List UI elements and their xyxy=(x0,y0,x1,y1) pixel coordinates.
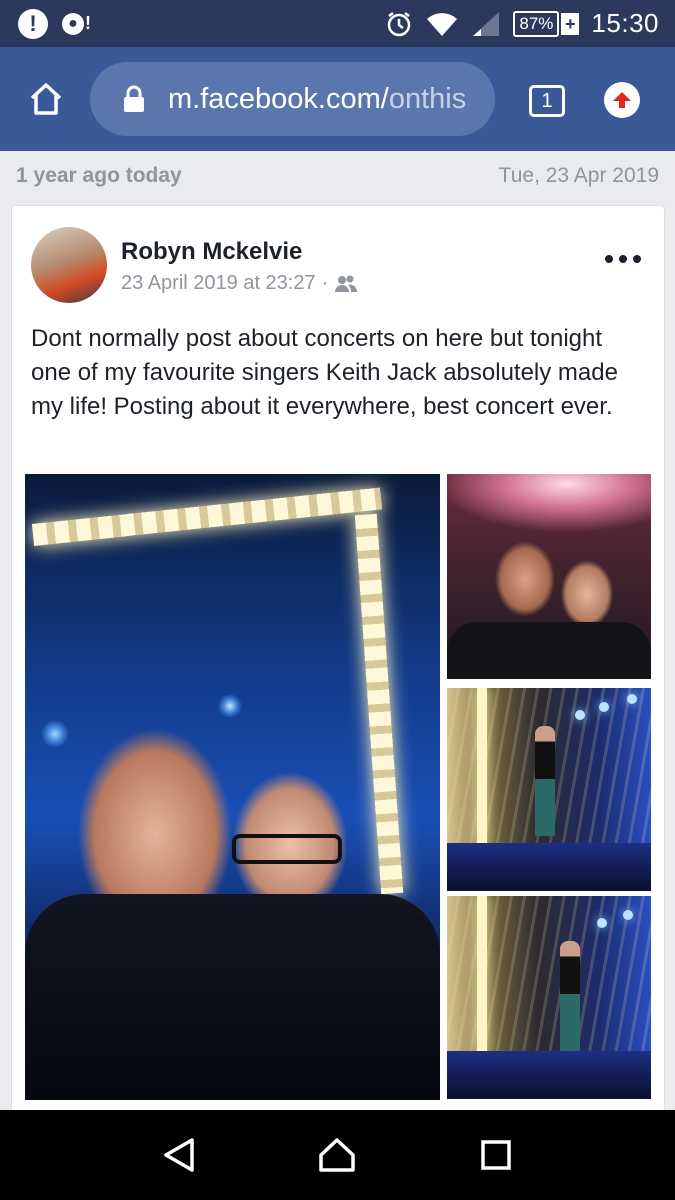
more-options-button[interactable] xyxy=(605,252,641,266)
dot xyxy=(633,255,641,263)
record-icon: ● xyxy=(62,12,84,35)
stage-light-frame xyxy=(31,487,383,546)
light-strip xyxy=(477,688,487,848)
home-icon xyxy=(30,83,62,115)
photo-shadow xyxy=(25,894,440,1100)
clock: 15:30 xyxy=(591,8,659,38)
post-card: Robyn Mckelvie 23 April 2019 at 23:27 · … xyxy=(11,205,665,1115)
glasses xyxy=(232,834,342,864)
spotlight xyxy=(623,910,633,920)
signal-icon xyxy=(473,11,500,36)
alert-icon: ! xyxy=(18,8,48,39)
charging-icon: + xyxy=(561,12,580,35)
alarm-icon xyxy=(388,11,411,36)
photo-main-selfie[interactable] xyxy=(25,474,440,1100)
wifi-icon xyxy=(427,12,458,36)
spotlight xyxy=(627,694,637,704)
memory-label: 1 year ago today xyxy=(16,164,182,187)
notification-icon: ●! xyxy=(62,12,91,35)
dot xyxy=(619,255,627,263)
memory-date: Tue, 23 Apr 2019 xyxy=(498,164,659,187)
system-nav-bar xyxy=(0,1110,675,1200)
stage-floor xyxy=(447,1051,651,1099)
avatar[interactable] xyxy=(31,227,107,303)
photo-shadow xyxy=(447,622,651,679)
post-timestamp[interactable]: 23 April 2019 at 23:27 xyxy=(121,272,316,295)
address-bar[interactable]: m.facebook.com/onthis xyxy=(90,62,495,136)
photo-selfie-small[interactable] xyxy=(447,474,651,679)
dot xyxy=(605,255,613,263)
post-meta: 23 April 2019 at 23:27 · xyxy=(121,272,358,295)
spotlight xyxy=(599,702,609,712)
home-icon xyxy=(319,1138,356,1172)
recents-icon xyxy=(481,1140,511,1170)
stage-floor xyxy=(447,843,651,891)
meta-separator: · xyxy=(321,272,329,294)
back-icon xyxy=(164,1138,194,1172)
light-strip xyxy=(477,896,487,1056)
tabs-button[interactable]: 1 xyxy=(529,85,565,117)
photo-stage-2[interactable] xyxy=(447,896,651,1099)
recents-button[interactable] xyxy=(474,1133,518,1177)
status-bar: ! ●! 87% + 15:30 xyxy=(0,0,675,47)
singer xyxy=(560,941,580,1051)
friends-icon xyxy=(335,275,358,292)
browser-toolbar: m.facebook.com/onthis 1 xyxy=(0,47,675,151)
spotlight xyxy=(597,918,607,928)
home-button[interactable] xyxy=(16,69,76,129)
spotlight xyxy=(575,710,585,720)
singer xyxy=(535,726,555,836)
back-button[interactable] xyxy=(157,1133,201,1177)
memory-header: 1 year ago today Tue, 23 Apr 2019 xyxy=(0,151,675,201)
lock-icon xyxy=(124,85,144,112)
battery-indicator: 87% + xyxy=(513,10,580,37)
author-name[interactable]: Robyn Mckelvie xyxy=(121,238,302,266)
url-text: m.facebook.com/onthis xyxy=(168,82,467,115)
home-nav-button[interactable] xyxy=(315,1133,359,1177)
post-text: Dont normally post about concerts on her… xyxy=(31,325,618,420)
stage-light-frame-side xyxy=(354,513,404,895)
update-button[interactable] xyxy=(604,82,640,118)
photo-stage-1[interactable] xyxy=(447,688,651,891)
arrow-up-icon xyxy=(613,92,631,108)
